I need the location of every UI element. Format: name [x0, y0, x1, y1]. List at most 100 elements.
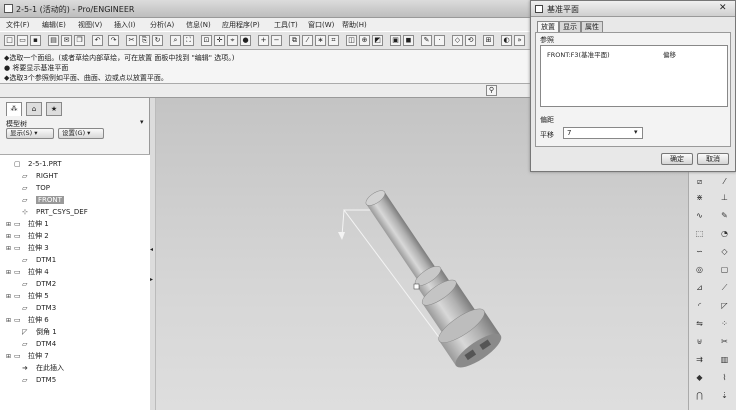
regenerate-icon[interactable]: ↻ — [152, 35, 163, 46]
spin-center-icon[interactable]: ✛ — [214, 35, 225, 46]
round-tool-icon[interactable]: ◜ — [694, 300, 705, 311]
mirror-tool-icon[interactable]: ⇋ — [694, 318, 705, 329]
thicken-tool-icon[interactable]: ▥ — [719, 354, 730, 365]
expand-toggle-icon[interactable]: ⊞ — [6, 219, 14, 230]
reference-item[interactable]: FRONT:F3(基准平面) — [547, 49, 610, 59]
show-button[interactable]: 显示(S) ▾ — [6, 128, 54, 139]
menu-insert[interactable]: 插入(I) — [114, 20, 136, 30]
zoom-out-icon[interactable]: − — [271, 35, 282, 46]
draft-tool-icon[interactable]: ⟋ — [719, 282, 730, 293]
find-icon[interactable]: ⌕ — [170, 35, 181, 46]
menu-edit[interactable]: 编辑(E) — [42, 20, 66, 30]
sketch-tool-icon[interactable]: ✎ — [719, 210, 730, 221]
tree-node[interactable]: ▱ FRONT — [14, 195, 64, 206]
csys-tool-icon[interactable]: ⊥ — [719, 192, 730, 203]
expand-toggle-icon[interactable]: ⊞ — [6, 231, 14, 242]
tree-node[interactable]: ⊞ ▭ 拉伸 7 — [6, 351, 49, 362]
open-file-icon[interactable]: ▭ — [17, 35, 28, 46]
tree-node[interactable]: ◸ 倒角 1 — [14, 327, 57, 338]
hole-tool-icon[interactable]: ◎ — [694, 264, 705, 275]
offset-value-field[interactable]: 7 ▾ — [563, 127, 643, 139]
cancel-button[interactable]: 取消 — [697, 153, 729, 165]
rib-tool-icon[interactable]: ⊿ — [694, 282, 705, 293]
view-manager-icon[interactable]: ◫ — [346, 35, 357, 46]
datum-plane-tool-icon[interactable]: ⧄ — [694, 176, 705, 187]
pattern-tool-icon[interactable]: ⁘ — [719, 318, 730, 329]
tree-node[interactable]: ▱ RIGHT — [14, 171, 58, 182]
collapse-arrow-icon[interactable]: ◂ — [150, 246, 153, 253]
menu-window[interactable]: 窗口(W) — [308, 20, 334, 30]
chevron-down-icon[interactable]: ▾ — [140, 118, 144, 126]
tab-folder-browser[interactable]: ⌂ — [26, 102, 42, 116]
tree-node[interactable]: ⊞ ▭ 拉伸 6 — [6, 315, 49, 326]
save-icon[interactable]: ▪ — [30, 35, 41, 46]
datum-point-tool-icon[interactable]: ⋇ — [694, 192, 705, 203]
tree-node[interactable]: ⊞ ▭ 拉伸 4 — [6, 267, 49, 278]
view-orientation-icon[interactable]: ⊞ — [483, 35, 494, 46]
drag-handle[interactable] — [413, 283, 420, 290]
blend-tool-icon[interactable]: ◇ — [719, 246, 730, 257]
tree-node[interactable]: ⊞ ▭ 拉伸 1 — [6, 219, 49, 230]
tree-node[interactable]: ▱ DTM3 — [14, 303, 56, 314]
redo-icon[interactable]: ↷ — [108, 35, 119, 46]
repaint-icon[interactable]: ⟲ — [465, 35, 476, 46]
revolve-tool-icon[interactable]: ◔ — [719, 228, 730, 239]
shading-icon[interactable]: ● — [240, 35, 251, 46]
close-icon[interactable]: ✕ — [719, 3, 727, 13]
tree-node[interactable]: ▱ DTM1 — [14, 255, 56, 266]
menu-file[interactable]: 文件(F) — [6, 20, 30, 30]
references-list[interactable]: FRONT:F3(基准平面) 偏移 — [540, 45, 728, 107]
chevron-down-icon[interactable]: ▾ — [634, 128, 638, 136]
datum-curve-tool-icon[interactable]: ∿ — [694, 210, 705, 221]
copy-icon[interactable]: ❐ — [74, 35, 85, 46]
paste-icon[interactable]: ⎘ — [139, 35, 150, 46]
selection-filter-icon[interactable]: ⚲ — [486, 85, 497, 96]
trim-tool-icon[interactable]: ✂ — [719, 336, 730, 347]
print-icon[interactable]: ▤ — [48, 35, 59, 46]
warp-tool-icon[interactable]: ⌇ — [719, 372, 730, 383]
undo-icon[interactable]: ↶ — [92, 35, 103, 46]
named-views-icon[interactable]: ⊕ — [359, 35, 370, 46]
sweep-tool-icon[interactable]: ∽ — [694, 246, 705, 257]
intersect-tool-icon[interactable]: ⋂ — [694, 390, 705, 401]
expand-toggle-icon[interactable]: ⊞ — [6, 291, 14, 302]
tree-node[interactable]: ▱ DTM2 — [14, 279, 56, 290]
menu-help[interactable]: 帮助(H) — [342, 20, 367, 30]
shaded-icon[interactable]: ◼ — [403, 35, 414, 46]
ok-button[interactable]: 确定 — [661, 153, 693, 165]
datum-points-display-icon[interactable]: ∗ — [315, 35, 326, 46]
tree-node[interactable]: ⊞ ▭ 拉伸 3 — [6, 243, 49, 254]
tree-node[interactable]: ▱ DTM5 — [14, 375, 56, 386]
cut-icon[interactable]: ✂ — [126, 35, 137, 46]
tab-model-tree[interactable]: ⁂ — [6, 102, 22, 116]
zoom-in-icon[interactable]: + — [258, 35, 269, 46]
datum-axis-tool-icon[interactable]: ⁄ — [719, 176, 730, 187]
shell-tool-icon[interactable]: ▢ — [719, 264, 730, 275]
more-tools-icon[interactable]: » — [514, 35, 525, 46]
sketch-icon[interactable]: ✎ — [421, 35, 432, 46]
hidden-line-icon[interactable]: ◩ — [372, 35, 383, 46]
menu-applications[interactable]: 应用程序(P) — [222, 20, 260, 30]
orient-icon[interactable]: ⌖ — [227, 35, 238, 46]
tree-node[interactable]: ▱ TOP — [14, 183, 50, 194]
perspective-icon[interactable]: ◇ — [452, 35, 463, 46]
new-file-icon[interactable]: □ — [4, 35, 15, 46]
menu-view[interactable]: 视图(V) — [78, 20, 102, 30]
chamfer-tool-icon[interactable]: ◸ — [719, 300, 730, 311]
expand-toggle-icon[interactable]: ⊞ — [6, 351, 14, 362]
datum-planes-display-icon[interactable]: ⧉ — [289, 35, 300, 46]
tree-node[interactable]: ▢ 2-5-1.PRT — [6, 159, 62, 170]
model-display-icon[interactable]: ◐ — [501, 35, 512, 46]
expand-toggle-icon[interactable]: ⊞ — [6, 243, 14, 254]
tree-node[interactable]: ⊞ ▭ 拉伸 2 — [6, 231, 49, 242]
wireframe-icon[interactable]: ▣ — [390, 35, 401, 46]
selection-filter-icon[interactable]: ⛶ — [183, 35, 194, 46]
project-tool-icon[interactable]: ⇣ — [719, 390, 730, 401]
expand-arrow-icon[interactable]: ▸ — [150, 276, 153, 283]
solidify-tool-icon[interactable]: ◆ — [694, 372, 705, 383]
menu-tools[interactable]: 工具(T) — [274, 20, 298, 30]
reference-constraint[interactable]: 偏移 — [663, 49, 676, 59]
tree-node[interactable]: ⊹ PRT_CSYS_DEF — [14, 207, 88, 218]
menu-analysis[interactable]: 分析(A) — [150, 20, 174, 30]
settings-button[interactable]: 设置(G) ▾ — [58, 128, 104, 139]
